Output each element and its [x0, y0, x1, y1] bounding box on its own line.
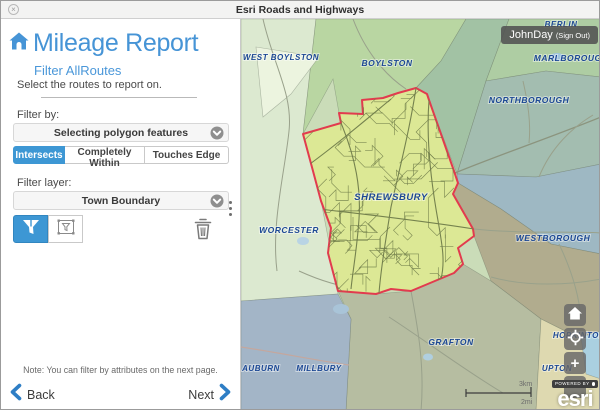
- locate-button[interactable]: [564, 328, 586, 350]
- next-button[interactable]: Next: [183, 383, 232, 406]
- page-title: Mileage Report: [33, 29, 198, 58]
- username: JohnDay: [509, 29, 552, 41]
- town-label: AUBURN: [241, 364, 280, 373]
- filter-layer-value: Town Boundary: [82, 195, 161, 207]
- scale-mi: 2mi: [521, 399, 533, 406]
- app-title: Esri Roads and Highways: [1, 4, 599, 16]
- filter-by-value: Selecting polygon features: [54, 127, 188, 139]
- selection-tools: [13, 215, 83, 243]
- town-label: MARLBOROUGH: [534, 53, 600, 63]
- mileage-report-panel: Mileage Report Filter AllRoutes Select t…: [1, 19, 241, 410]
- panel-title-row: Mileage Report: [8, 29, 198, 58]
- note-text: Note: You can filter by attributes on th…: [1, 365, 240, 375]
- locate-icon: [567, 329, 584, 350]
- instruction-text: Select the routes to report on.: [17, 79, 162, 91]
- chevron-left-icon: [9, 383, 22, 406]
- title-bar: × Esri Roads and Highways: [1, 1, 599, 19]
- town-label: GRAFTON: [428, 337, 474, 347]
- town-label: WESTBOROUGH: [516, 233, 591, 243]
- trash-icon: [191, 230, 215, 245]
- chevron-down-icon: [210, 194, 224, 213]
- town-label: MILLBURY: [296, 364, 341, 373]
- back-button[interactable]: Back: [9, 383, 60, 406]
- polygon-select-outline-icon: [55, 217, 77, 242]
- town-label: BOYLSTON: [361, 58, 412, 68]
- filter-by-dropdown[interactable]: Selecting polygon features: [13, 123, 229, 142]
- clear-selection-button[interactable]: [190, 216, 216, 243]
- chevron-down-icon: [210, 126, 224, 145]
- intersects-button[interactable]: Intersects: [13, 146, 65, 164]
- town-label: NORTHBOROUGH: [489, 95, 570, 105]
- spatial-relation-group: Intersects Completely Within Touches Edg…: [13, 146, 229, 164]
- next-label: Next: [188, 388, 214, 402]
- home-extent-icon: [567, 306, 583, 325]
- page-subtitle: Filter AllRoutes: [34, 63, 121, 78]
- select-by-polygon-alt-button[interactable]: [48, 215, 83, 243]
- map-home-button[interactable]: [564, 304, 586, 326]
- sign-out-label: (Sign Out): [556, 31, 590, 40]
- back-label: Back: [27, 388, 55, 402]
- town-label: WORCESTER: [259, 225, 319, 235]
- filter-layer-label: Filter layer:: [17, 177, 71, 189]
- esri-wordmark: esri: [552, 390, 598, 409]
- scale-km: 3km: [519, 381, 532, 388]
- filter-by-label: Filter by:: [17, 109, 59, 121]
- user-signout-button[interactable]: JohnDay (Sign Out): [501, 26, 598, 44]
- touches-edge-button[interactable]: Touches Edge: [145, 146, 229, 164]
- completely-within-button[interactable]: Completely Within: [65, 146, 145, 164]
- filter-layer-dropdown[interactable]: Town Boundary: [13, 191, 229, 210]
- zoom-in-button[interactable]: +: [564, 352, 586, 374]
- map-canvas[interactable]: WEST BOYLSTON BOYLSTON MARLBOROUGH NORTHBOR…: [241, 19, 600, 410]
- town-label: WEST BOYLSTON: [243, 53, 319, 62]
- town-label: SHREWSBURY: [354, 192, 429, 203]
- panel-resize-handle[interactable]: [229, 199, 232, 217]
- esri-logo: POWERED BY esri: [552, 372, 598, 409]
- map-container[interactable]: WEST BOYLSTON BOYLSTON MARLBOROUGH NORTHBOR…: [241, 19, 600, 410]
- divider: [41, 97, 197, 98]
- polygon-select-icon: [20, 217, 42, 242]
- chevron-right-icon: [219, 383, 232, 406]
- home-icon: [8, 31, 30, 56]
- select-by-polygon-button[interactable]: [13, 215, 48, 243]
- app-window: × Esri Roads and Highways Mileage Report…: [0, 0, 600, 410]
